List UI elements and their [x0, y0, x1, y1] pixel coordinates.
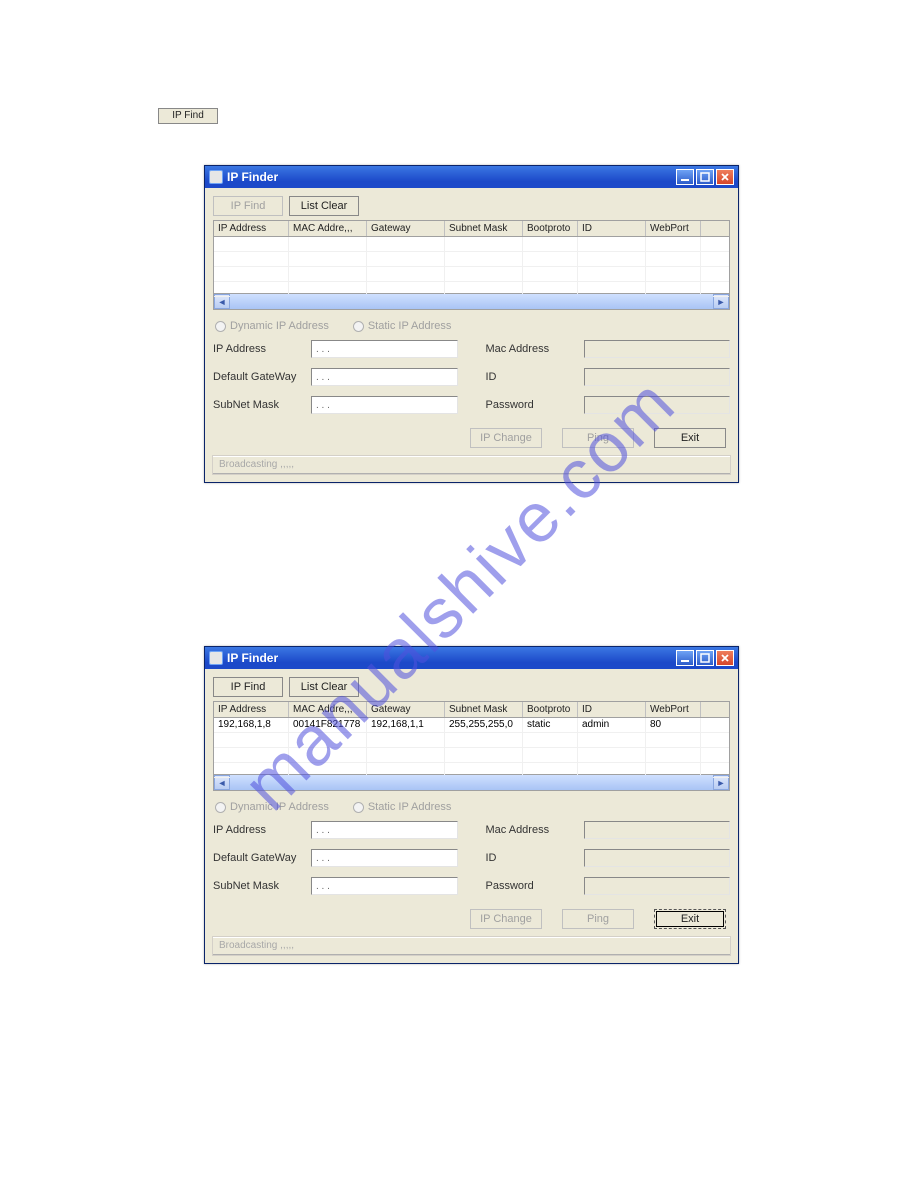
close-button[interactable]: [716, 650, 734, 666]
cell-mac: 00141F821778: [289, 718, 367, 732]
ping-button[interactable]: Ping: [562, 428, 634, 448]
ip-mode-radios: Dynamic IP Address Static IP Address: [215, 801, 730, 813]
subnet-input[interactable]: . . .: [311, 877, 458, 895]
window-title: IP Finder: [227, 170, 278, 184]
dynamic-ip-label: Dynamic IP Address: [230, 320, 329, 332]
titlebar[interactable]: IP Finder: [205, 647, 738, 669]
minimize-button[interactable]: [676, 650, 694, 666]
id-label: ID: [486, 852, 578, 864]
id-label: ID: [486, 371, 578, 383]
mac-label: Mac Address: [486, 824, 578, 836]
radio-icon: [215, 321, 226, 332]
mac-label: Mac Address: [486, 343, 578, 355]
cell-webport: 80: [646, 718, 701, 732]
status-bar: Broadcasting ,,,,,: [213, 937, 730, 955]
col-subnet[interactable]: Subnet Mask: [445, 221, 523, 236]
cell-ip: 192,168,1,8: [214, 718, 289, 732]
password-label: Password: [486, 880, 578, 892]
static-ip-radio[interactable]: Static IP Address: [353, 801, 452, 813]
radio-icon: [215, 802, 226, 813]
password-label: Password: [486, 399, 578, 411]
ip-address-label: IP Address: [213, 824, 305, 836]
ip-mode-radios: Dynamic IP Address Static IP Address: [215, 320, 730, 332]
cell-gateway: 192,168,1,1: [367, 718, 445, 732]
grid-header-row: IP Address MAC Addre,,, Gateway Subnet M…: [214, 221, 729, 237]
col-id[interactable]: ID: [578, 702, 646, 717]
horizontal-scrollbar[interactable]: ◄ ►: [214, 774, 729, 790]
system-icon: [209, 651, 223, 665]
col-bootproto[interactable]: Bootproto: [523, 702, 578, 717]
subnet-input[interactable]: . . .: [311, 396, 458, 414]
cell-subnet: 255,255,255,0: [445, 718, 523, 732]
col-subnet[interactable]: Subnet Mask: [445, 702, 523, 717]
ip-find-button[interactable]: IP Find: [213, 677, 283, 697]
ip-address-input[interactable]: . . .: [311, 340, 458, 358]
dynamic-ip-label: Dynamic IP Address: [230, 801, 329, 813]
radio-icon: [353, 321, 364, 332]
grid-header-row: IP Address MAC Addre,,, Gateway Subnet M…: [214, 702, 729, 718]
cell-bootproto: static: [523, 718, 578, 732]
password-input[interactable]: [584, 396, 731, 414]
col-gateway[interactable]: Gateway: [367, 221, 445, 236]
col-webport[interactable]: WebPort: [646, 702, 701, 717]
id-input[interactable]: [584, 849, 731, 867]
ip-change-button[interactable]: IP Change: [470, 909, 542, 929]
device-grid[interactable]: IP Address MAC Addre,,, Gateway Subnet M…: [213, 220, 730, 310]
static-ip-label: Static IP Address: [368, 320, 452, 332]
id-input[interactable]: [584, 368, 731, 386]
ip-address-label: IP Address: [213, 343, 305, 355]
gateway-input[interactable]: . . .: [311, 368, 458, 386]
col-bootproto[interactable]: Bootproto: [523, 221, 578, 236]
mac-input: [584, 340, 731, 358]
gateway-input[interactable]: . . .: [311, 849, 458, 867]
ip-change-button[interactable]: IP Change: [470, 428, 542, 448]
static-ip-label: Static IP Address: [368, 801, 452, 813]
grid-body: 192,168,1,8 00141F821778 192,168,1,1 255…: [214, 718, 729, 774]
device-grid[interactable]: IP Address MAC Addre,,, Gateway Subnet M…: [213, 701, 730, 791]
col-webport[interactable]: WebPort: [646, 221, 701, 236]
subnet-label: SubNet Mask: [213, 399, 305, 411]
password-input[interactable]: [584, 877, 731, 895]
mac-input: [584, 821, 731, 839]
dynamic-ip-radio[interactable]: Dynamic IP Address: [215, 320, 329, 332]
dynamic-ip-radio[interactable]: Dynamic IP Address: [215, 801, 329, 813]
maximize-button[interactable]: [696, 650, 714, 666]
ip-finder-window-1: IP Finder IP Find List Clear IP Address …: [204, 165, 739, 483]
ping-button[interactable]: Ping: [562, 909, 634, 929]
subnet-label: SubNet Mask: [213, 880, 305, 892]
col-id[interactable]: ID: [578, 221, 646, 236]
col-mac[interactable]: MAC Addre,,,: [289, 702, 367, 717]
col-ip[interactable]: IP Address: [214, 702, 289, 717]
close-button[interactable]: [716, 169, 734, 185]
radio-icon: [353, 802, 364, 813]
gateway-label: Default GateWay: [213, 852, 305, 864]
exit-button[interactable]: Exit: [654, 428, 726, 448]
minimize-button[interactable]: [676, 169, 694, 185]
table-row[interactable]: 192,168,1,8 00141F821778 192,168,1,1 255…: [214, 718, 729, 733]
titlebar[interactable]: IP Finder: [205, 166, 738, 188]
exit-button[interactable]: Exit: [654, 909, 726, 929]
horizontal-scrollbar[interactable]: ◄ ►: [214, 293, 729, 309]
system-icon: [209, 170, 223, 184]
list-clear-button[interactable]: List Clear: [289, 677, 359, 697]
col-ip[interactable]: IP Address: [214, 221, 289, 236]
list-clear-button[interactable]: List Clear: [289, 196, 359, 216]
col-mac[interactable]: MAC Addre,,,: [289, 221, 367, 236]
gateway-label: Default GateWay: [213, 371, 305, 383]
static-ip-radio[interactable]: Static IP Address: [353, 320, 452, 332]
ip-finder-window-2: IP Finder IP Find List Clear IP Address …: [204, 646, 739, 964]
cell-id: admin: [578, 718, 646, 732]
status-bar: Broadcasting ,,,,,: [213, 456, 730, 474]
col-gateway[interactable]: Gateway: [367, 702, 445, 717]
ip-find-external-button[interactable]: IP Find: [158, 108, 218, 124]
grid-body: [214, 237, 729, 293]
maximize-button[interactable]: [696, 169, 714, 185]
ip-address-input[interactable]: . . .: [311, 821, 458, 839]
ip-find-button[interactable]: IP Find: [213, 196, 283, 216]
window-title: IP Finder: [227, 651, 278, 665]
